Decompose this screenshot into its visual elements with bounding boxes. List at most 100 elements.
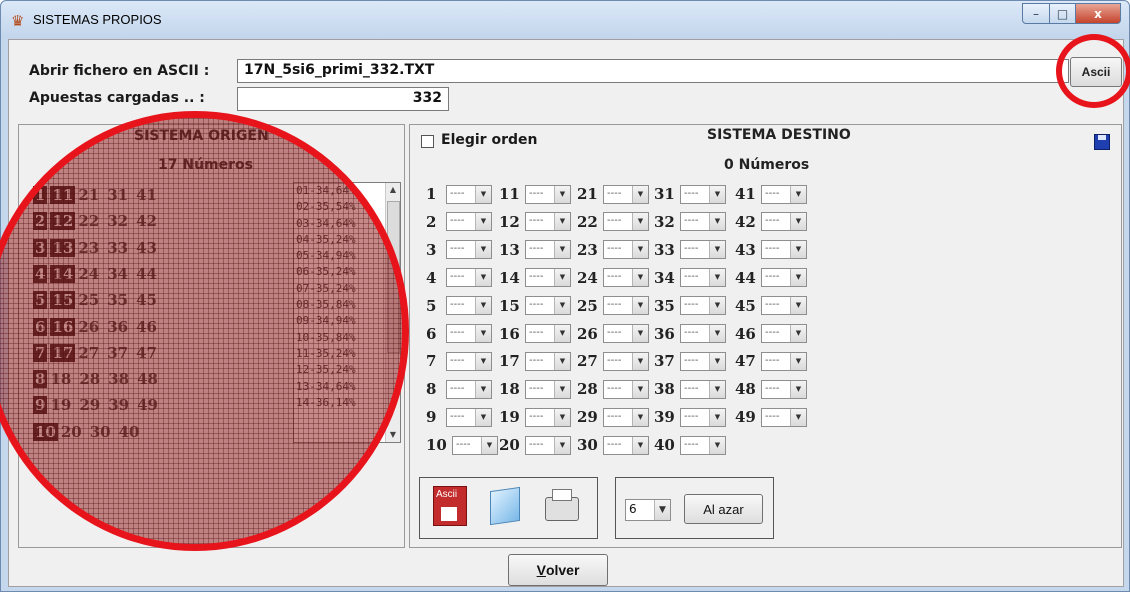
- origin-number[interactable]: 37: [107, 344, 128, 362]
- destination-combo[interactable]: ---- ▼: [603, 407, 649, 427]
- origin-number-selected[interactable]: 12: [50, 212, 76, 231]
- list-item[interactable]: 11-35,24%: [296, 346, 386, 362]
- destination-combo[interactable]: ---- ▼: [761, 212, 807, 232]
- destination-combo[interactable]: ---- ▼: [680, 351, 726, 371]
- origin-number[interactable]: 45: [136, 291, 157, 309]
- origin-number-selected[interactable]: 8: [33, 370, 48, 389]
- origin-number[interactable]: 22: [78, 212, 99, 230]
- origin-number[interactable]: 28: [79, 370, 100, 388]
- destination-combo[interactable]: ---- ▼: [680, 184, 726, 204]
- origin-number[interactable]: 46: [136, 318, 157, 336]
- origin-number-selected[interactable]: 1: [33, 186, 48, 204]
- origin-number[interactable]: 34: [107, 265, 128, 283]
- destination-combo[interactable]: ---- ▼: [603, 240, 649, 260]
- destination-combo[interactable]: ---- ▼: [761, 268, 807, 288]
- list-item[interactable]: 05-34,94%: [296, 248, 386, 264]
- destination-combo[interactable]: ---- ▼: [446, 379, 492, 399]
- origin-number-selected[interactable]: 15: [50, 291, 76, 310]
- list-scrollbar[interactable]: ▲ ▼: [385, 183, 400, 442]
- origin-number-selected[interactable]: 3: [33, 238, 48, 257]
- destination-combo[interactable]: ---- ▼: [680, 435, 726, 455]
- origin-number[interactable]: 49: [137, 396, 158, 414]
- destination-combo[interactable]: ---- ▼: [446, 240, 492, 260]
- destination-combo[interactable]: ---- ▼: [525, 351, 571, 371]
- list-item[interactable]: 09-34,94%: [296, 313, 386, 329]
- destination-combo[interactable]: ---- ▼: [525, 240, 571, 260]
- origin-number-selected[interactable]: 14: [50, 264, 76, 283]
- file-field[interactable]: 17N_5si6_primi_332.TXT: [237, 59, 1069, 83]
- origin-number-selected[interactable]: 17: [50, 343, 76, 362]
- destination-combo[interactable]: ---- ▼: [603, 351, 649, 371]
- origin-number[interactable]: 25: [78, 291, 99, 309]
- list-item[interactable]: 07-35,24%: [296, 281, 386, 297]
- random-count-select[interactable]: 6 ▼: [625, 499, 671, 521]
- destination-combo[interactable]: ---- ▼: [603, 184, 649, 204]
- scroll-thumb[interactable]: [387, 201, 400, 353]
- list-item[interactable]: 06-35,24%: [296, 264, 386, 280]
- destination-combo[interactable]: ---- ▼: [680, 296, 726, 316]
- origin-number[interactable]: 18: [50, 370, 71, 388]
- origin-number[interactable]: 40: [119, 423, 140, 441]
- list-item[interactable]: 12-35,24%: [296, 362, 386, 378]
- destination-combo[interactable]: ---- ▼: [761, 351, 807, 371]
- scroll-down-icon[interactable]: ▼: [386, 428, 400, 442]
- destination-combo[interactable]: ---- ▼: [680, 379, 726, 399]
- destination-combo[interactable]: ---- ▼: [452, 435, 498, 455]
- destination-combo[interactable]: ---- ▼: [446, 184, 492, 204]
- destination-combo[interactable]: ---- ▼: [525, 435, 571, 455]
- origin-number[interactable]: 41: [136, 186, 157, 204]
- origin-number[interactable]: 21: [78, 186, 99, 204]
- destination-combo[interactable]: ---- ▼: [761, 379, 807, 399]
- destination-combo[interactable]: ---- ▼: [525, 184, 571, 204]
- list-item[interactable]: 03-34,64%: [296, 216, 386, 232]
- destination-combo[interactable]: ---- ▼: [761, 407, 807, 427]
- origin-number-selected[interactable]: 7: [33, 343, 48, 362]
- destination-combo[interactable]: ---- ▼: [761, 184, 807, 204]
- destination-combo[interactable]: ---- ▼: [761, 296, 807, 316]
- origin-number-selected[interactable]: 10: [33, 422, 58, 441]
- origin-number-selected[interactable]: 4: [33, 264, 48, 283]
- destination-combo[interactable]: ---- ▼: [761, 324, 807, 343]
- ascii-open-button[interactable]: Ascii: [1070, 57, 1122, 87]
- printer-icon[interactable]: [545, 489, 579, 521]
- origin-number[interactable]: 47: [136, 344, 157, 362]
- origin-number[interactable]: 48: [137, 370, 158, 388]
- list-item[interactable]: 04-35,24%: [296, 232, 386, 248]
- destination-combo[interactable]: ---- ▼: [680, 268, 726, 288]
- origin-number[interactable]: 30: [90, 423, 111, 441]
- list-item[interactable]: 13-34,64%: [296, 379, 386, 395]
- origin-number[interactable]: 44: [136, 265, 157, 283]
- origin-number-selected[interactable]: 13: [50, 238, 76, 257]
- random-button[interactable]: Al azar: [684, 494, 763, 524]
- destination-combo[interactable]: ---- ▼: [603, 212, 649, 232]
- origin-number[interactable]: 29: [79, 396, 100, 414]
- origin-number[interactable]: 33: [107, 239, 128, 257]
- destination-combo[interactable]: ---- ▼: [680, 407, 726, 427]
- destination-combo[interactable]: ---- ▼: [603, 379, 649, 399]
- order-checkbox[interactable]: [421, 135, 434, 148]
- minimize-button[interactable]: –: [1022, 3, 1050, 24]
- destination-combo[interactable]: ---- ▼: [446, 296, 492, 316]
- destination-combo[interactable]: ---- ▼: [603, 435, 649, 455]
- origin-number[interactable]: 23: [78, 239, 99, 257]
- list-item[interactable]: 01-34,64%: [296, 183, 386, 199]
- origin-number-selected[interactable]: 2: [33, 212, 48, 231]
- origin-number-selected[interactable]: 11: [50, 186, 76, 204]
- destination-combo[interactable]: ---- ▼: [446, 212, 492, 232]
- origin-number[interactable]: 31: [107, 186, 128, 204]
- origin-number[interactable]: 36: [107, 318, 128, 336]
- list-item[interactable]: 14-36,14%: [296, 395, 386, 411]
- origin-number-selected[interactable]: 16: [50, 317, 76, 336]
- origin-number[interactable]: 43: [136, 239, 157, 257]
- origin-number[interactable]: 42: [136, 212, 157, 230]
- destination-combo[interactable]: ---- ▼: [761, 240, 807, 260]
- origin-number[interactable]: 32: [107, 212, 128, 230]
- list-item[interactable]: 02-35,54%: [296, 199, 386, 215]
- save-icon[interactable]: [1094, 134, 1110, 150]
- destination-combo[interactable]: ---- ▼: [525, 296, 571, 316]
- destination-combo[interactable]: ---- ▼: [603, 296, 649, 316]
- coverage-list[interactable]: 01-34,64% 02-35,54% 03-34,64% 04-35,24% 05-3…: [293, 182, 401, 443]
- destination-combo[interactable]: ---- ▼: [603, 268, 649, 288]
- list-item[interactable]: 08-35,84%: [296, 297, 386, 313]
- origin-number-selected[interactable]: 6: [33, 317, 48, 336]
